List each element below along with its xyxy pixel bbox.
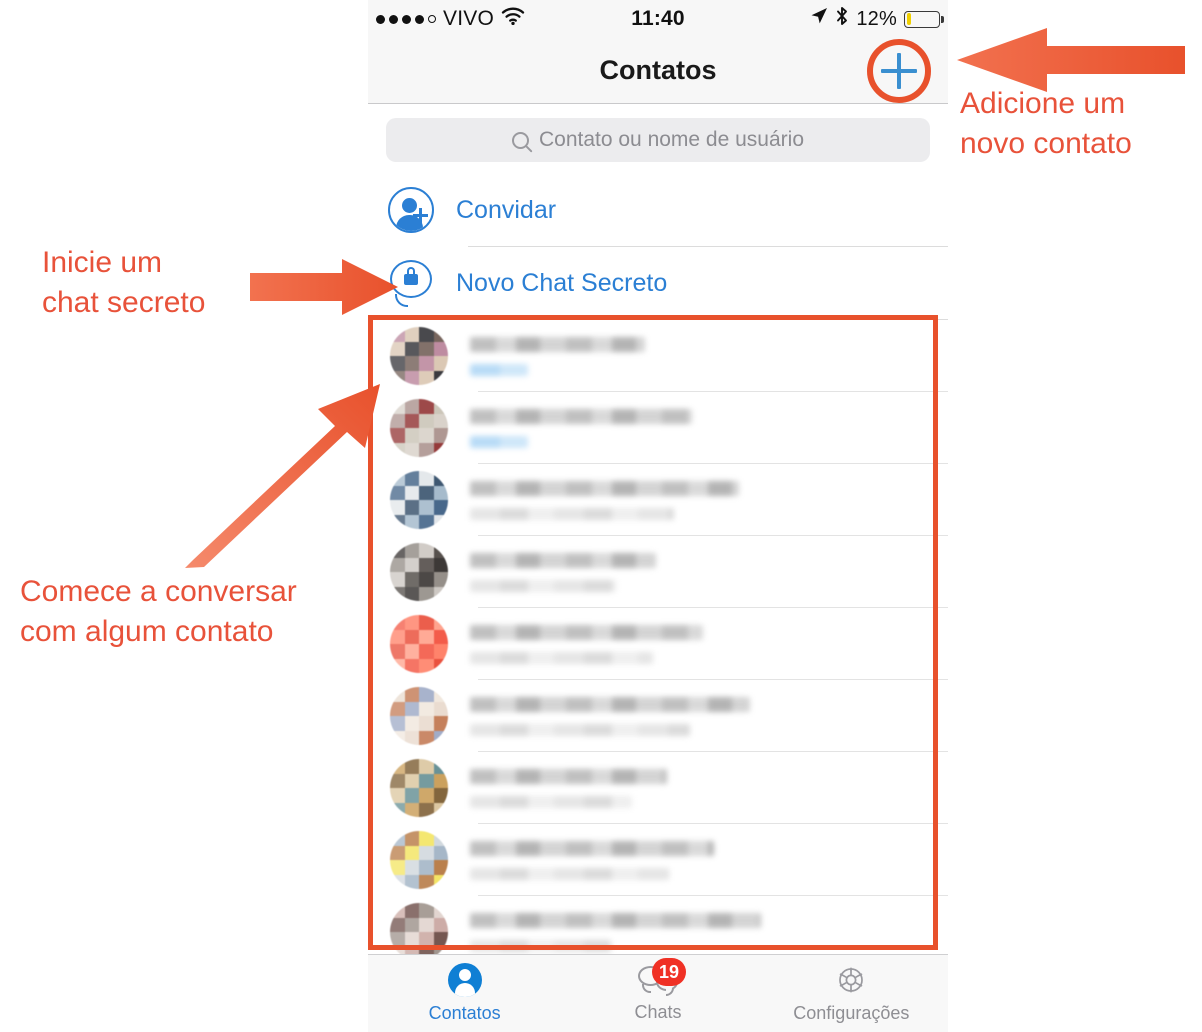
search-area: Contato ou nome de usuário <box>368 104 948 174</box>
contact-name <box>470 336 645 352</box>
contact-status <box>470 435 528 448</box>
action-invite[interactable]: Convidar <box>368 174 948 246</box>
contact-status <box>470 651 653 664</box>
gear-icon <box>834 963 868 997</box>
contact-name <box>470 696 750 712</box>
search-input[interactable]: Contato ou nome de usuário <box>386 118 930 162</box>
avatar <box>390 399 448 457</box>
tab-contatos-label: Contatos <box>428 1003 501 1023</box>
chats-badge: 19 <box>651 958 686 986</box>
tab-chats[interactable]: 19 Chats <box>561 955 754 1032</box>
annotation-start-conversation: Comece a conversar com algum contato <box>20 575 297 648</box>
battery-icon <box>904 10 944 28</box>
contact-name <box>470 840 714 856</box>
action-secret-chat-label: Novo Chat Secreto <box>456 268 668 297</box>
contact-row[interactable] <box>368 392 948 464</box>
add-contact-button[interactable] <box>867 39 931 103</box>
contact-row[interactable] <box>368 680 948 752</box>
page-title: Contatos <box>599 55 717 85</box>
tab-bar: Contatos 19 Chats Configurações <box>368 954 948 1032</box>
chats-icon: 19 <box>637 958 686 996</box>
contact-text <box>470 336 948 376</box>
bluetooth-icon <box>835 6 849 32</box>
plus-icon <box>881 53 917 89</box>
status-bar: VIVO 11:40 12% <box>368 0 948 38</box>
screenshot-root: VIVO 11:40 12% Contatos Contato ou nome … <box>0 0 1202 1032</box>
status-bar-right: 12% <box>810 6 944 32</box>
search-placeholder: Contato ou nome de usuário <box>538 128 804 151</box>
contact-text <box>470 768 948 808</box>
contact-name <box>470 624 703 640</box>
contact-status <box>470 579 616 592</box>
contact-text <box>470 408 948 448</box>
tab-chats-label: Chats <box>634 1002 682 1022</box>
action-invite-label: Convidar <box>456 195 557 224</box>
contact-list[interactable] <box>368 320 948 968</box>
avatar <box>390 687 448 745</box>
contact-text <box>470 624 948 664</box>
location-arrow-icon <box>810 7 828 31</box>
tab-configuracoes[interactable]: Configurações <box>755 955 948 1032</box>
contact-row[interactable] <box>368 752 948 824</box>
contact-row[interactable] <box>368 608 948 680</box>
contact-text <box>470 912 948 952</box>
contact-status <box>470 939 611 952</box>
avatar <box>390 615 448 673</box>
contact-status <box>470 795 632 808</box>
navigation-bar: Contatos <box>368 38 948 104</box>
arrow-secret-chat <box>250 259 398 315</box>
avatar <box>390 543 448 601</box>
contact-name <box>470 408 692 424</box>
contact-status <box>470 507 674 520</box>
contact-text <box>470 552 948 592</box>
contact-text <box>470 840 948 880</box>
contact-row[interactable] <box>368 824 948 896</box>
contact-status <box>470 723 690 736</box>
tab-contatos[interactable]: Contatos <box>368 955 561 1032</box>
contact-name <box>470 912 761 928</box>
avatar <box>390 831 448 889</box>
arrow-start-conversation <box>185 384 380 568</box>
tab-configuracoes-label: Configurações <box>793 1003 910 1023</box>
contact-row[interactable] <box>368 320 948 392</box>
contact-status <box>470 867 669 880</box>
contact-row[interactable] <box>368 464 948 536</box>
phone-screen: VIVO 11:40 12% Contatos Contato ou nome … <box>368 0 948 1032</box>
contact-row[interactable] <box>368 536 948 608</box>
arrow-add-contact <box>957 28 1185 92</box>
battery-percent-label: 12% <box>856 7 897 30</box>
person-add-icon <box>388 187 434 233</box>
contact-name <box>470 768 667 784</box>
annotation-secret-chat: Inicie um chat secreto <box>42 246 206 319</box>
contact-text <box>470 480 948 520</box>
search-icon <box>511 131 529 149</box>
contact-name <box>470 480 739 496</box>
avatar <box>390 327 448 385</box>
avatar <box>390 471 448 529</box>
action-secret-chat[interactable]: Novo Chat Secreto <box>368 247 948 319</box>
contact-name <box>470 552 656 568</box>
avatar <box>390 759 448 817</box>
contacts-icon <box>447 963 482 997</box>
avatar <box>390 903 448 961</box>
contact-text <box>470 696 948 736</box>
contact-status <box>470 363 528 376</box>
annotation-add-contact: Adicione um novo contato <box>960 87 1132 160</box>
